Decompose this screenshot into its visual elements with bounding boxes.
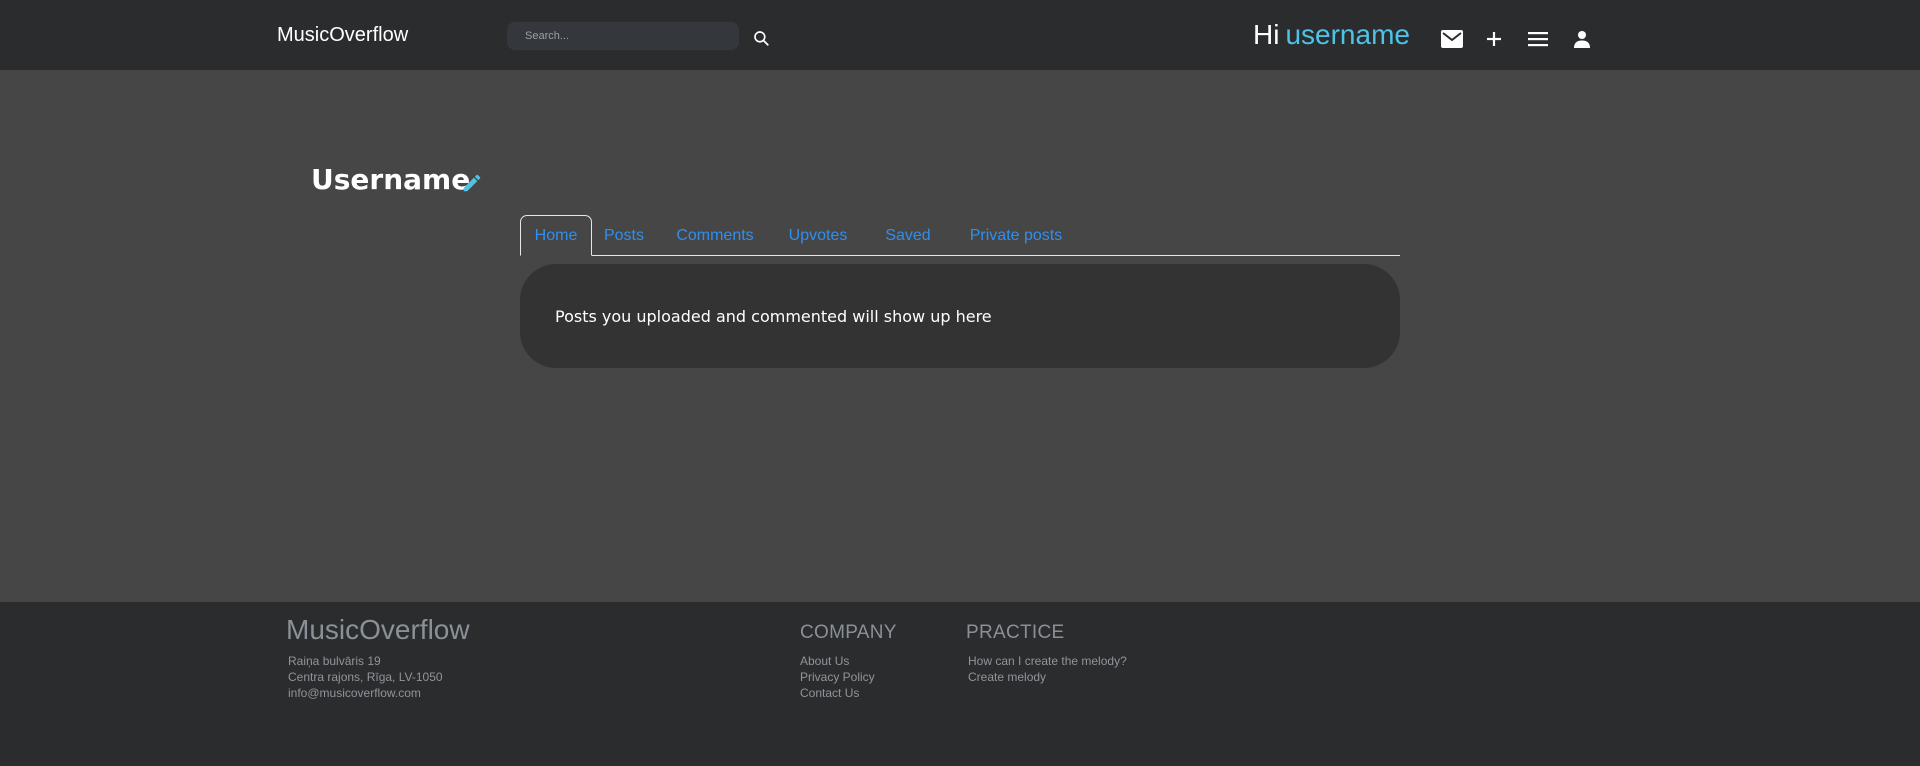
- footer-practice-heading: PRACTICE: [966, 622, 1065, 643]
- search-input[interactable]: [507, 22, 739, 50]
- menu-icon: [1528, 32, 1548, 47]
- create-post-button[interactable]: [1481, 26, 1507, 52]
- brand-logo[interactable]: MusicOverflow: [277, 24, 408, 47]
- edit-username-button[interactable]: [461, 172, 483, 194]
- user-icon: [1574, 31, 1590, 48]
- footer-link-contact-us[interactable]: Contact Us: [800, 685, 875, 701]
- plus-icon: [1487, 32, 1501, 46]
- tab-content-panel: Posts you uploaded and commented will sh…: [520, 264, 1400, 368]
- top-navbar: MusicOverflow Hiusername: [0, 0, 1920, 70]
- greeting: Hi username: [1253, 19, 1410, 51]
- pencil-icon: [463, 174, 481, 192]
- footer-brand: MusicOverflow: [286, 614, 470, 645]
- tab-comments[interactable]: Comments: [674, 215, 756, 256]
- tab-home[interactable]: Home: [520, 215, 592, 256]
- search-icon: [754, 31, 769, 46]
- profile-button[interactable]: [1569, 26, 1595, 52]
- footer: MusicOverflow Raiņa bulvāris 19 Centra r…: [0, 602, 1920, 766]
- profile-username: Username: [311, 163, 471, 196]
- footer-company-links: About Us Privacy Policy Contact Us: [800, 653, 875, 701]
- footer-link-create-melody[interactable]: Create melody: [968, 669, 1127, 685]
- address-line: Centra rajons, Rīga, LV-1050: [288, 670, 443, 684]
- footer-company-heading: COMPANY: [800, 622, 897, 643]
- footer-link-how-to-create-melody[interactable]: How can I create the melody?: [968, 653, 1127, 669]
- greeting-username[interactable]: username: [1285, 19, 1410, 50]
- footer-address: Raiņa bulvāris 19 Centra rajons, Rīga, L…: [288, 653, 443, 701]
- tab-saved[interactable]: Saved: [884, 215, 932, 256]
- address-line: Raiņa bulvāris 19: [288, 654, 381, 668]
- tab-private-posts[interactable]: Private posts: [966, 215, 1066, 256]
- tab-posts[interactable]: Posts: [601, 215, 647, 256]
- search-button[interactable]: [750, 27, 772, 49]
- messages-button[interactable]: [1439, 26, 1465, 52]
- greeting-hi: Hi: [1253, 19, 1280, 50]
- footer-practice-links: How can I create the melody? Create melo…: [968, 653, 1127, 685]
- tab-upvotes[interactable]: Upvotes: [786, 215, 850, 256]
- profile-tabs: Home Posts Comments Upvotes Saved Privat…: [520, 215, 1400, 256]
- mail-icon: [1441, 30, 1463, 48]
- footer-email: info@musicoverflow.com: [288, 686, 421, 700]
- empty-state-message: Posts you uploaded and commented will sh…: [555, 307, 992, 326]
- menu-button[interactable]: [1525, 26, 1551, 52]
- footer-link-privacy-policy[interactable]: Privacy Policy: [800, 669, 875, 685]
- footer-link-about-us[interactable]: About Us: [800, 653, 875, 669]
